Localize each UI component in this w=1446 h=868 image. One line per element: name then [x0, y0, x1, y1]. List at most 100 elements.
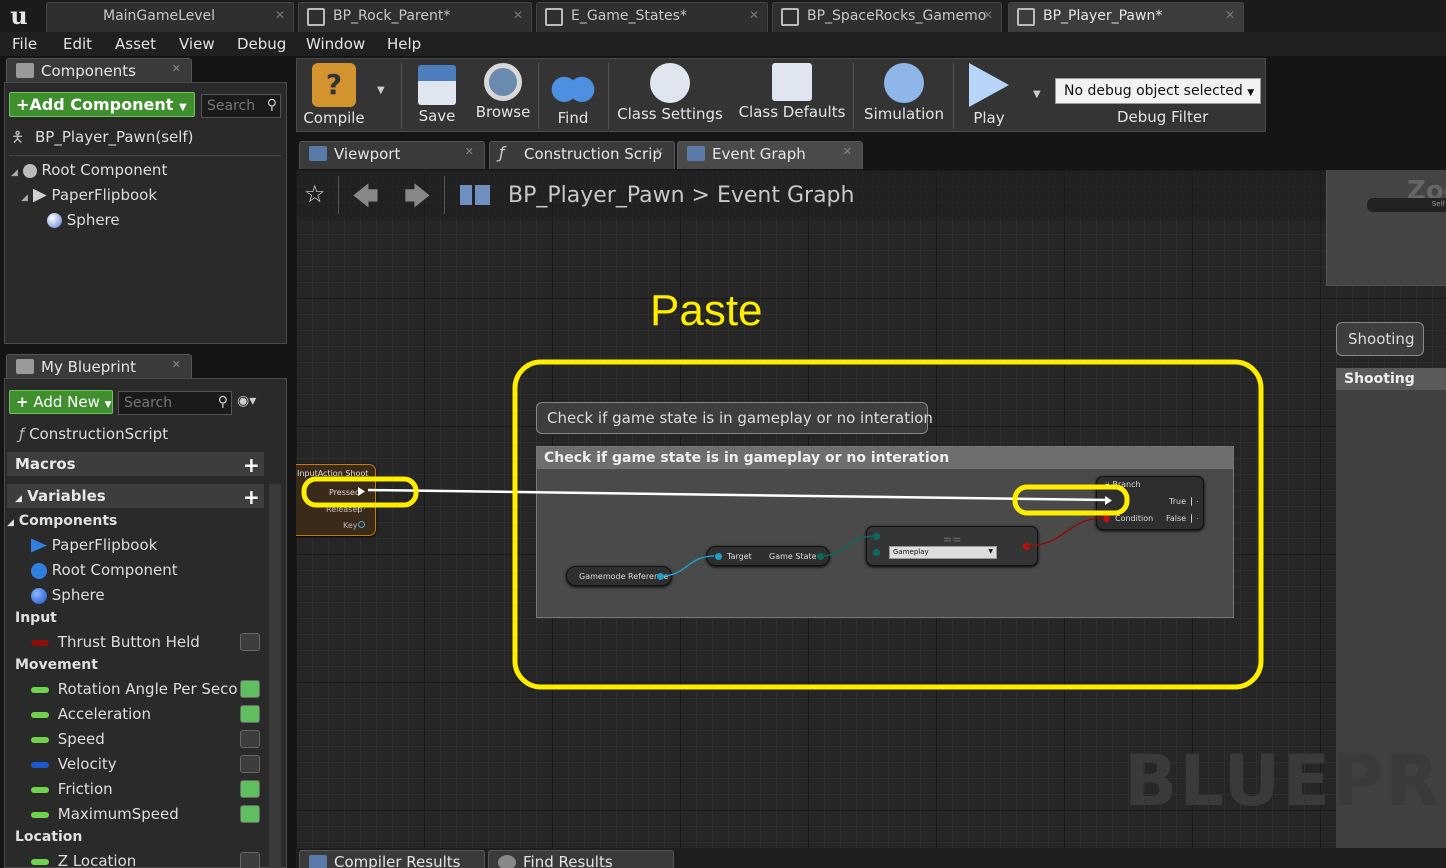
eye-open-icon[interactable]	[240, 780, 260, 798]
variable-z-location[interactable]: Z Location	[31, 852, 136, 868]
eye-closed-icon[interactable]	[240, 730, 260, 748]
my-blueprint-tab-label: My Blueprint	[41, 358, 137, 376]
float-type-icon	[31, 686, 49, 693]
browse-button[interactable]: Browse	[473, 59, 533, 131]
components-panel-tab[interactable]: Components ✕	[6, 58, 192, 82]
eye-closed-icon[interactable]	[240, 633, 260, 651]
tab-label: Compiler Results	[334, 853, 461, 868]
my-blueprint-panel-tab[interactable]: My Blueprint ✕	[6, 354, 192, 378]
paste-region-highlight	[512, 359, 1264, 690]
my-blueprint-panel: + Add New ▼ Search ⚲ ◉▾ ƒ ConstructionSc…	[4, 378, 287, 868]
float-type-icon	[31, 736, 49, 743]
event-graph-canvas[interactable]: ☆ 🡄 🡆 BP_Player_Pawn > Event Graph Zoo S…	[296, 170, 1446, 848]
variables-section-header[interactable]: ◢ Variables	[7, 484, 264, 508]
tab-bp-spacerocks-gamemode[interactable]: BP_SpaceRocks_Gamemo ✕	[772, 2, 1002, 32]
category-location[interactable]: Location	[15, 829, 82, 845]
tab-e-game-states[interactable]: E_Game_States* ✕	[536, 2, 768, 32]
close-icon[interactable]: ✕	[843, 145, 852, 158]
eye-closed-icon[interactable]	[240, 852, 260, 868]
variable-velocity[interactable]: Velocity	[31, 755, 117, 773]
sphere-icon	[47, 213, 62, 228]
close-icon[interactable]: ✕	[172, 358, 181, 371]
components-search-input[interactable]: Search ⚲	[201, 94, 281, 118]
eye-open-icon[interactable]	[240, 805, 260, 823]
compile-options-chevron-icon[interactable]: ▼	[377, 85, 385, 96]
search-icon: ⚲	[217, 394, 228, 410]
variable-rotation-angle[interactable]: Rotation Angle Per Secor	[31, 680, 237, 698]
close-icon[interactable]: ✕	[465, 145, 474, 158]
play-button[interactable]: Play	[959, 59, 1019, 131]
scrollbar[interactable]	[269, 484, 281, 868]
simulation-button[interactable]: Simulation	[859, 59, 949, 131]
class-settings-button[interactable]: Class Settings	[615, 59, 725, 131]
add-component-label: +Add Component	[16, 95, 174, 114]
tree-item-root-component[interactable]: ◢ Root Component	[11, 161, 167, 179]
add-macro-plus-icon[interactable]: +	[243, 453, 260, 477]
menu-window[interactable]: Window	[306, 35, 365, 53]
play-options-chevron-icon[interactable]: ▼	[1033, 89, 1041, 100]
variable-maximum-speed[interactable]: MaximumSpeed	[31, 805, 179, 823]
tab-event-graph[interactable]: Event Graph ✕	[677, 141, 863, 169]
class-defaults-button[interactable]: Class Defaults	[737, 59, 847, 131]
close-icon[interactable]: ✕	[1225, 8, 1235, 22]
bool-wire	[1025, 517, 1105, 547]
menu-file[interactable]: File	[12, 35, 37, 53]
close-icon[interactable]: ✕	[983, 8, 993, 22]
debug-object-select[interactable]: No debug object selected ▼	[1055, 78, 1261, 104]
variable-sphere[interactable]: Sphere	[31, 586, 105, 604]
find-button[interactable]: Find	[543, 59, 603, 131]
variable-friction[interactable]: Friction	[31, 780, 113, 798]
tab-compiler-results[interactable]: Compiler Results	[299, 850, 485, 868]
play-label: Play	[973, 109, 1005, 127]
menu-debug[interactable]: Debug	[237, 35, 286, 53]
unreal-logo-icon: u	[10, 1, 28, 30]
variable-label: PaperFlipbook	[51, 536, 158, 554]
debug-filter-label: Debug Filter	[1117, 108, 1209, 126]
eye-visibility-icon[interactable]: ◉▾	[237, 393, 256, 409]
category-input[interactable]: Input	[15, 610, 57, 626]
variable-thrust-button-held[interactable]: Thrust Button Held	[31, 633, 200, 651]
menu-asset[interactable]: Asset	[115, 35, 156, 53]
tab-construction-script[interactable]: ƒ Construction Scrip ✕	[489, 141, 675, 169]
function-icon: ƒ	[499, 143, 505, 162]
blueprint-search-input[interactable]: Search ⚲	[118, 391, 232, 415]
eye-closed-icon[interactable]	[240, 755, 260, 773]
blueprint-icon	[307, 8, 325, 26]
compile-button[interactable]: ? Compile	[299, 59, 369, 131]
eye-open-icon[interactable]	[240, 680, 260, 698]
close-icon[interactable]: ✕	[749, 8, 759, 22]
variable-paperflipbook[interactable]: PaperFlipbook	[31, 536, 157, 554]
variable-speed[interactable]: Speed	[31, 730, 105, 748]
macros-section-header[interactable]: Macros	[7, 452, 264, 476]
close-icon[interactable]: ✕	[513, 8, 523, 22]
construction-script-item[interactable]: ƒ ConstructionScript	[19, 425, 168, 443]
tab-bp-rock-parent[interactable]: BP_Rock_Parent* ✕	[298, 2, 532, 32]
tree-item-paperflipbook[interactable]: ◢ PaperFlipbook	[21, 186, 157, 204]
add-new-button[interactable]: + Add New ▼	[9, 390, 113, 414]
variable-label: Friction	[57, 780, 113, 798]
debug-select-value: No debug object selected	[1064, 83, 1243, 99]
save-button[interactable]: Save	[407, 59, 467, 131]
tab-viewport[interactable]: Viewport ✕	[299, 141, 485, 169]
add-variable-plus-icon[interactable]: +	[243, 485, 260, 509]
menu-help[interactable]: Help	[387, 35, 421, 53]
menu-edit[interactable]: Edit	[63, 35, 92, 53]
add-component-button[interactable]: +Add Component ▼	[9, 92, 195, 117]
vector-type-icon	[31, 761, 49, 768]
flipbook-icon	[32, 188, 47, 203]
close-icon[interactable]: ✕	[275, 8, 285, 22]
tab-main-game-level[interactable]: MainGameLevel ✕	[46, 2, 294, 32]
tree-item-sphere[interactable]: Sphere	[47, 211, 120, 229]
eye-open-icon[interactable]	[240, 705, 260, 723]
separator	[608, 63, 609, 129]
variable-acceleration[interactable]: Acceleration	[31, 705, 151, 723]
close-icon[interactable]: ✕	[655, 145, 664, 158]
tab-find-results[interactable]: Find Results	[488, 850, 674, 868]
self-component-row[interactable]: 🯅 BP_Player_Pawn(self)	[11, 127, 194, 152]
tab-bp-player-pawn[interactable]: BP_Player_Pawn* ✕	[1008, 2, 1244, 32]
menu-view[interactable]: View	[179, 35, 215, 53]
category-components[interactable]: ◢ Components	[7, 513, 117, 529]
variable-root-component[interactable]: Root Component	[31, 561, 178, 579]
category-movement[interactable]: Movement	[15, 657, 98, 673]
close-icon[interactable]: ✕	[172, 62, 181, 75]
